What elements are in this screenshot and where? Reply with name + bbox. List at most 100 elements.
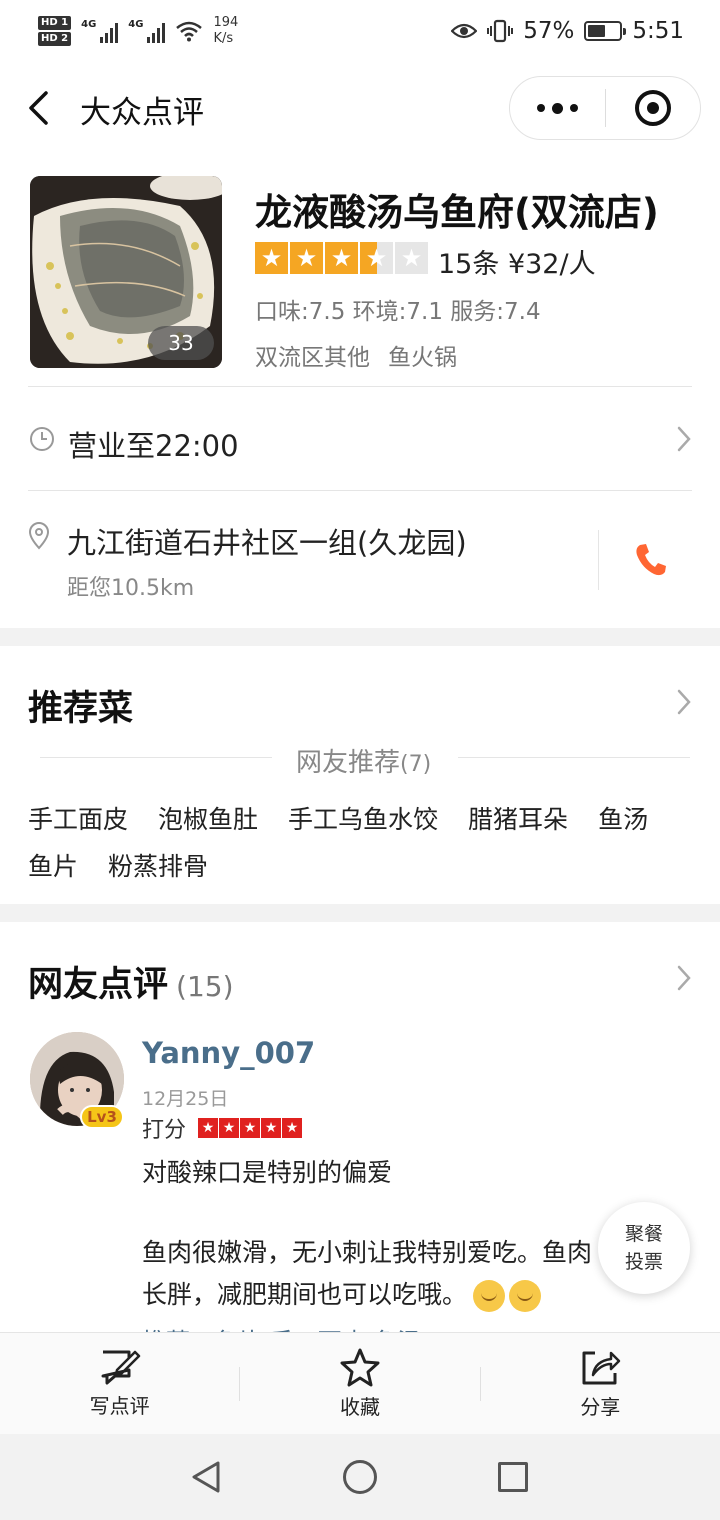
review-text: 长胖，减肥期间也可以吃哦。 (142, 1280, 468, 1309)
nav-back-icon[interactable] (190, 1460, 222, 1494)
rating-star-icon: ★ (255, 242, 288, 274)
recommended-title: 推荐菜 (28, 689, 134, 729)
chevron-right-icon[interactable] (676, 688, 692, 716)
clock-time: 5:51 (632, 18, 684, 44)
group-vote-button[interactable]: 聚餐 投票 (598, 1202, 690, 1294)
divider-line (458, 757, 690, 758)
category-tag[interactable]: 鱼火锅 (388, 338, 457, 372)
recommend-subtitle: 网友推荐 (296, 748, 401, 778)
page-title: 大众点评 (80, 95, 204, 131)
shop-name: 龙液酸汤乌鱼府(双流店) (255, 191, 659, 234)
emoji-group (473, 1280, 542, 1312)
more-dot-icon (552, 102, 563, 114)
nav-home-icon[interactable] (343, 1460, 377, 1494)
dish-item[interactable]: 手工乌鱼水饺 (288, 800, 438, 836)
smile-emoji-icon (473, 1280, 506, 1312)
area-tag[interactable]: 双流区其他 (255, 338, 370, 372)
back-arrow-icon[interactable] (26, 90, 54, 126)
more-menu-button[interactable] (510, 77, 605, 139)
network-label-1: 4G (81, 19, 97, 30)
speed-value: 194 (213, 15, 239, 30)
phone-icon[interactable] (634, 542, 668, 578)
chevron-right-icon[interactable] (676, 425, 692, 453)
target-icon (634, 90, 671, 126)
dish-item[interactable]: 鱼汤 (598, 800, 648, 836)
speed-unit: K/s (213, 31, 234, 46)
share-button[interactable]: 分享 (481, 1333, 720, 1434)
reviews-count: (15) (176, 970, 234, 1003)
photo-count-badge: 33 (148, 326, 214, 360)
dish-item[interactable]: 泡椒鱼肚 (158, 800, 258, 836)
dish-item[interactable]: 手工面皮 (28, 800, 128, 836)
reviews-title: 网友点评 (28, 965, 169, 1005)
hd-indicators: HD 1 HD 2 (38, 16, 72, 46)
status-right: 57% 5:51 (451, 18, 684, 44)
recommend-count: (7) (400, 752, 432, 777)
vibrate-icon (487, 19, 514, 43)
dish-item[interactable]: 腊猪耳朵 (468, 800, 568, 836)
action-label: 写点评 (89, 1394, 150, 1418)
vote-label-line1: 聚餐 (624, 1223, 663, 1245)
review-text-line: 鱼肉很嫩滑，无小刺让我特别爱吃。鱼肉 (142, 1238, 593, 1267)
favorite-button[interactable]: 收藏 (240, 1333, 479, 1434)
signal-icon-1: 4G (81, 19, 119, 43)
review-text-line-with-emoji: 长胖，减肥期间也可以吃哦。 (142, 1275, 542, 1312)
write-review-icon (101, 1350, 140, 1385)
network-label-2: 4G (128, 19, 144, 30)
hd2-badge: HD 2 (38, 32, 72, 46)
vertical-divider (598, 530, 599, 590)
rating-stars: ★ ★ ★ ★ ★ (255, 242, 428, 274)
dish-item[interactable]: 粉蒸排骨 (108, 847, 208, 883)
vote-label-line2: 投票 (624, 1251, 663, 1273)
reviews-header: 网友点评 (15) (28, 956, 234, 1007)
battery-fill (588, 25, 606, 37)
clock-icon (30, 427, 54, 451)
business-hours[interactable]: 营业至22:00 (68, 423, 239, 465)
nav-recents-icon[interactable] (498, 1462, 528, 1492)
eye-icon (451, 23, 478, 39)
mini-program-header: 大众点评 (0, 62, 720, 156)
dish-item[interactable]: 鱼片 (28, 847, 78, 883)
smile-emoji-icon (509, 1280, 542, 1312)
rating-star-icon: ★ (395, 242, 428, 274)
hd1-badge: HD 1 (38, 16, 72, 30)
write-review-button[interactable]: 写点评 (0, 1333, 239, 1434)
divider-line (40, 757, 272, 758)
review-rating-stars: ★ ★ ★ ★ ★ (198, 1118, 302, 1138)
star-outline-icon (340, 1348, 380, 1387)
action-label: 分享 (580, 1395, 621, 1419)
divider (28, 386, 692, 387)
level-badge: Lv3 (80, 1105, 124, 1129)
more-dot-icon (570, 104, 578, 112)
close-mini-program-button[interactable] (606, 77, 700, 139)
rating-star-icon: ★ (290, 242, 323, 274)
more-dot-icon (537, 104, 545, 112)
rating-label: 打分 (142, 1118, 187, 1143)
dish-list-row-1: 手工面皮 泡椒鱼肚 手工乌鱼水饺 腊猪耳朵 鱼汤 (28, 800, 648, 836)
shop-tags: 双流区其他 鱼火锅 (255, 338, 457, 372)
review-star-icon: ★ (240, 1118, 260, 1138)
shop-photo[interactable]: 33 (30, 176, 222, 368)
bottom-action-bar: 写点评 收藏 分享 (0, 1332, 720, 1434)
signal-icon-2: 4G (128, 19, 166, 43)
review-star-icon: ★ (261, 1118, 281, 1138)
share-icon (582, 1351, 621, 1385)
review-text-line: 对酸辣口是特别的偏爱 (142, 1158, 393, 1187)
reviewer-username[interactable]: Yanny_007 (142, 1036, 315, 1070)
dish-list-row-2: 鱼片 粉蒸排骨 (28, 847, 208, 883)
battery-icon (584, 21, 627, 41)
mini-program-capsule (509, 76, 701, 140)
chevron-right-icon[interactable] (676, 964, 692, 992)
divider (28, 490, 692, 491)
review-star-icon: ★ (198, 1118, 218, 1138)
battery-percent: 57% (523, 18, 575, 44)
wifi-icon (176, 21, 203, 42)
location-pin-icon (28, 522, 50, 550)
review-count-and-price: 15条 ¥32/人 (438, 249, 596, 280)
rating-star-icon: ★ (360, 242, 393, 274)
shop-address[interactable]: 九江街道石井社区一组(久龙园) (67, 520, 467, 562)
action-label: 收藏 (339, 1395, 380, 1419)
distance: 距您10.5km (67, 576, 195, 601)
review-star-icon: ★ (219, 1118, 239, 1138)
review-star-icon: ★ (282, 1118, 302, 1138)
